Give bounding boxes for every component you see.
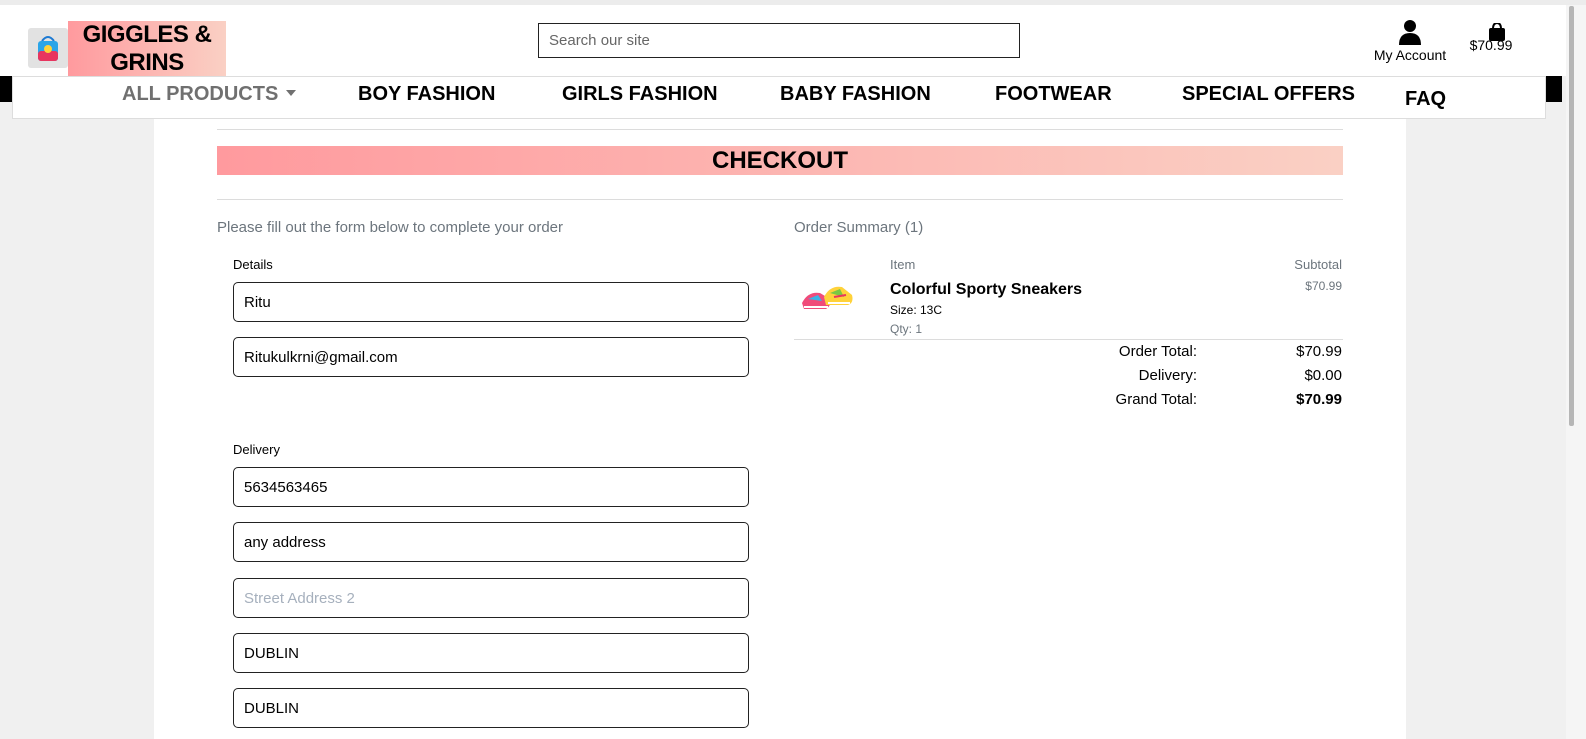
shopping-bag-logo-icon	[38, 36, 58, 61]
county-input[interactable]	[233, 688, 749, 728]
subtotal-column-header: Subtotal	[1294, 257, 1342, 272]
logo-link[interactable]	[28, 28, 68, 68]
my-account-link[interactable]: My Account	[1368, 19, 1452, 63]
checkout-container: CHECKOUT Please fill out the form below …	[154, 119, 1406, 739]
product-image[interactable]	[800, 279, 854, 317]
product-size: Size: 13C	[890, 303, 943, 317]
summary-divider	[794, 339, 1343, 340]
divider-bottom	[217, 199, 1343, 200]
phone-input[interactable]	[233, 467, 749, 507]
nav-special-offers[interactable]: SPECIAL OFFERS	[1182, 83, 1355, 106]
order-summary-title: Order Summary (1)	[794, 219, 924, 236]
town-input[interactable]	[233, 633, 749, 673]
order-total-value: $70.99	[1296, 343, 1342, 360]
site-header: GIGGLES & GRINS My Account $70.99	[0, 5, 1586, 77]
sneakers-image	[802, 286, 853, 309]
cart-total: $70.99	[1469, 37, 1513, 53]
my-account-label: My Account	[1373, 47, 1447, 63]
nav-all-products[interactable]: ALL PRODUCTS	[122, 83, 297, 106]
user-icon	[1399, 20, 1421, 45]
grand-total-value: $70.99	[1296, 391, 1342, 408]
nav-boy-fashion[interactable]: BOY FASHION	[358, 83, 495, 106]
caret-down-icon	[286, 89, 297, 96]
delivery-value: $0.00	[1304, 367, 1342, 384]
divider-top	[217, 129, 1343, 130]
brand-name[interactable]: GIGGLES & GRINS	[68, 21, 226, 77]
details-legend: Details	[233, 257, 273, 272]
checkout-instructions: Please fill out the form below to comple…	[217, 219, 564, 236]
delivery-label: Delivery:	[1138, 367, 1197, 384]
main-nav: ALL PRODUCTS BOY FASHION GIRLS FASHION B…	[12, 76, 1546, 119]
full-name-input[interactable]	[233, 282, 749, 322]
right-edge-bar	[1546, 76, 1562, 102]
product-qty: Qty: 1	[890, 322, 923, 336]
street-address-2-input[interactable]	[233, 578, 749, 618]
grand-total-label: Grand Total:	[1115, 391, 1197, 408]
email-input[interactable]	[233, 337, 749, 377]
scrollbar-thumb[interactable]	[1569, 6, 1574, 426]
nav-footwear[interactable]: FOOTWEAR	[995, 83, 1112, 106]
street-address-1-input[interactable]	[233, 522, 749, 562]
nav-faq[interactable]: FAQ	[1405, 88, 1446, 111]
nav-baby-fashion[interactable]: BABY FASHION	[780, 83, 931, 106]
order-total-label: Order Total:	[1118, 343, 1197, 360]
nav-girls-fashion[interactable]: GIRLS FASHION	[562, 83, 718, 106]
item-column-header: Item	[890, 257, 916, 272]
product-name: Colorful Sporty Sneakers	[890, 281, 1083, 298]
delivery-legend: Delivery	[233, 442, 280, 457]
search-input[interactable]	[538, 23, 1020, 58]
checkout-title: CHECKOUT	[217, 146, 1343, 175]
nav-all-products-label: ALL PRODUCTS	[122, 83, 279, 105]
product-subtotal: $70.99	[1305, 279, 1342, 293]
